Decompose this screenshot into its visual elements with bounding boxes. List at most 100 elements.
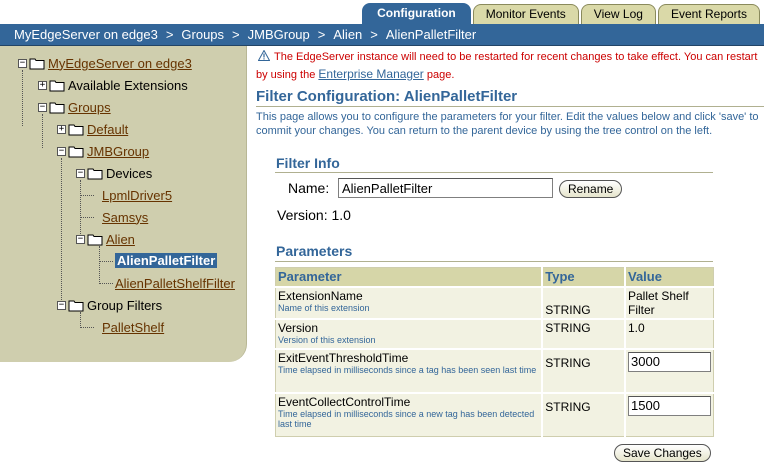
- tree-node-palletshelf[interactable]: PalletShelf: [99, 319, 164, 335]
- expand-toggle[interactable]: +: [57, 124, 66, 134]
- filter-version: Version: 1.0: [277, 207, 351, 223]
- table-row: ExtensionName Name of this extension STRI…: [275, 285, 714, 319]
- folder-open-icon: [29, 57, 45, 70]
- tree-label[interactable]: Groups: [68, 100, 111, 115]
- column-header-value: Value: [625, 267, 714, 287]
- navigation-tree: − MyEdgeServer on edge3 + Available Exte…: [0, 46, 247, 362]
- table-row: Version Version of this extension STRING …: [275, 317, 714, 349]
- warning-icon: [257, 49, 271, 61]
- param-name: Version: [278, 320, 319, 335]
- tree-label[interactable]: JMBGroup: [87, 144, 149, 159]
- tree-label[interactable]: Group Filters: [87, 298, 162, 313]
- tree-connector: [80, 312, 81, 326]
- table-header-row: Parameter Type Value: [275, 267, 714, 287]
- tree-connector: [80, 180, 81, 238]
- tree-label[interactable]: Available Extensions: [68, 78, 188, 93]
- breadcrumb: MyEdgeServer on edge3 > Groups > JMBGroup > Al…: [0, 24, 764, 46]
- param-description: Time elapsed in milliseconds since a new…: [278, 408, 535, 429]
- save-changes-button[interactable]: Save Changes: [614, 444, 711, 462]
- folder-open-icon: [87, 233, 103, 246]
- tree-node-default[interactable]: + Default: [57, 121, 128, 137]
- collapse-toggle[interactable]: −: [57, 300, 66, 310]
- collapse-toggle[interactable]: −: [76, 234, 85, 244]
- param-name: ExtensionName: [278, 288, 363, 303]
- breadcrumb-item[interactable]: Groups: [181, 27, 224, 42]
- tree-node-samsys[interactable]: Samsys: [99, 209, 148, 225]
- param-type: STRING: [542, 347, 626, 393]
- collapse-toggle[interactable]: −: [18, 58, 27, 68]
- tree-node-lpmldriver5[interactable]: LpmlDriver5: [99, 187, 172, 203]
- filter-info-heading: Filter Info: [276, 155, 340, 171]
- breadcrumb-item[interactable]: Alien: [333, 27, 362, 42]
- tab-monitor-events[interactable]: Monitor Events: [472, 4, 579, 24]
- tree-node-alien-pallet-filter[interactable]: AlienPalletFilter: [115, 252, 218, 268]
- tree-node-alien-pallet-shelf-filter[interactable]: AlienPalletShelfFilter: [115, 275, 235, 291]
- collapse-toggle[interactable]: −: [76, 168, 85, 178]
- tree-label-selected[interactable]: AlienPalletFilter: [115, 252, 218, 268]
- tree-node-groups[interactable]: − Groups: [38, 99, 111, 115]
- breadcrumb-item[interactable]: MyEdgeServer on edge3: [14, 27, 158, 42]
- breadcrumb-item-current: AlienPalletFilter: [385, 27, 477, 42]
- column-header-parameter: Parameter: [275, 267, 544, 287]
- tree-connector: [61, 158, 62, 304]
- folder-open-icon: [49, 101, 65, 114]
- tree-connector: [80, 217, 94, 218]
- param-description: Version of this extension: [278, 334, 376, 345]
- param-type: STRING: [542, 391, 626, 437]
- tab-view-log[interactable]: View Log: [580, 4, 656, 24]
- folder-open-icon: [68, 299, 84, 312]
- breadcrumb-separator: >: [370, 27, 378, 42]
- param-name: ExitEventThresholdTime: [278, 350, 409, 365]
- tree-node-jmbgroup[interactable]: − JMBGroup: [57, 143, 149, 159]
- breadcrumb-separator: >: [232, 27, 240, 42]
- tree-node-devices[interactable]: − Devices: [76, 165, 152, 181]
- table-row: ExitEventThresholdTime Time elapsed in mi…: [275, 347, 714, 393]
- param-value: 1.0: [628, 320, 645, 335]
- tree-connector: [42, 114, 43, 148]
- name-label: Name:: [288, 180, 330, 196]
- folder-open-icon: [68, 145, 84, 158]
- tree-node-alien[interactable]: − Alien: [76, 231, 135, 247]
- section-divider: [275, 172, 713, 173]
- filter-name-input[interactable]: [338, 178, 553, 198]
- tree-label[interactable]: LpmlDriver5: [102, 188, 172, 203]
- parameters-table: Parameter Type Value ExtensionName Name o…: [275, 267, 714, 437]
- tab-event-reports[interactable]: Event Reports: [657, 4, 760, 24]
- param-description: Time elapsed in milliseconds since a tag…: [278, 364, 537, 375]
- tree-node-group-filters[interactable]: − Group Filters: [57, 297, 162, 313]
- tree-label[interactable]: PalletShelf: [102, 320, 164, 335]
- parameters-heading: Parameters: [276, 243, 353, 259]
- expand-toggle[interactable]: +: [38, 80, 47, 90]
- collapse-toggle[interactable]: −: [38, 102, 47, 112]
- column-header-type: Type: [542, 267, 626, 287]
- param-description: Name of this extension: [278, 302, 370, 313]
- tree-node-available-extensions[interactable]: + Available Extensions: [38, 77, 188, 93]
- tree-label[interactable]: AlienPalletShelfFilter: [115, 276, 235, 291]
- tree-label[interactable]: Alien: [106, 232, 135, 247]
- param-name: EventCollectControlTime: [278, 394, 411, 409]
- folder-icon: [49, 79, 65, 92]
- top-tabs: Configuration Monitor Events View Log Ev…: [360, 3, 760, 24]
- tree-label[interactable]: Samsys: [102, 210, 148, 225]
- page-description: This page allows you to configure the pa…: [256, 111, 759, 137]
- tree-node-root[interactable]: − MyEdgeServer on edge3: [18, 55, 192, 71]
- breadcrumb-item[interactable]: JMBGroup: [248, 27, 310, 42]
- tab-configuration[interactable]: Configuration: [362, 3, 471, 24]
- tree-connector: [22, 70, 23, 126]
- rename-button[interactable]: Rename: [559, 180, 623, 198]
- event-collect-control-input[interactable]: [628, 395, 711, 416]
- tree-connector: [80, 195, 94, 196]
- exit-event-threshold-input[interactable]: [628, 351, 711, 372]
- tree-label[interactable]: Default: [87, 122, 128, 137]
- tree-label[interactable]: Devices: [106, 166, 152, 181]
- folder-icon: [68, 123, 84, 136]
- tree-label[interactable]: MyEdgeServer on edge3: [48, 56, 192, 71]
- collapse-toggle[interactable]: −: [57, 146, 66, 156]
- param-type: STRING: [542, 285, 626, 319]
- enterprise-manager-link[interactable]: Enterprise Manager: [318, 67, 423, 81]
- warning-text: page.: [426, 69, 455, 81]
- page-title: Filter Configuration: AlienPalletFilter: [256, 88, 518, 105]
- param-value: Pallet Shelf Filter: [628, 288, 689, 317]
- table-row: EventCollectControlTime Time elapsed in m…: [275, 391, 714, 437]
- breadcrumb-separator: >: [165, 27, 174, 42]
